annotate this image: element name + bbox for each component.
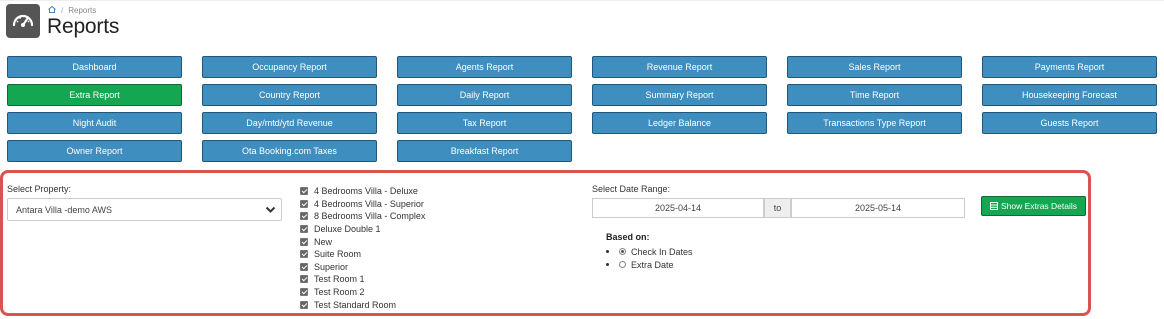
- radio-label: Extra Date: [631, 259, 674, 270]
- report-button-ota-booking-com-taxes[interactable]: Ota Booking.com Taxes: [202, 140, 377, 162]
- room-checkbox-item[interactable]: 4 Bedrooms Villa - Superior: [300, 198, 425, 211]
- room-checkbox-item[interactable]: 4 Bedrooms Villa - Deluxe: [300, 185, 425, 198]
- date-from-input[interactable]: 2025-04-14: [592, 198, 764, 218]
- radio-label: Check In Dates: [631, 246, 693, 257]
- report-button-transactions-type-report[interactable]: Transactions Type Report: [787, 112, 962, 134]
- report-button-payments-report[interactable]: Payments Report: [982, 56, 1157, 78]
- room-checkbox-item[interactable]: Deluxe Double 1: [300, 223, 425, 236]
- property-select-value: Antara Villa -demo AWS: [16, 204, 113, 215]
- checkbox-checked[interactable]: [300, 199, 308, 208]
- report-button-tax-report[interactable]: Tax Report: [397, 112, 572, 134]
- room-label: Test Standard Room: [314, 299, 397, 310]
- report-button-day-mtd-ytd-revenue[interactable]: Day/mtd/ytd Revenue: [202, 112, 377, 134]
- list-bullet: [606, 263, 609, 266]
- radio-button[interactable]: [619, 248, 626, 255]
- date-to-separator: to: [764, 198, 791, 218]
- table-icon: [989, 202, 998, 210]
- radio-button[interactable]: [619, 261, 626, 268]
- checkbox-checked[interactable]: [300, 300, 308, 309]
- report-button-breakfast-report[interactable]: Breakfast Report: [397, 140, 572, 162]
- checkbox-checked[interactable]: [300, 187, 308, 196]
- report-button-revenue-report[interactable]: Revenue Report: [592, 56, 767, 78]
- breadcrumb: / Reports: [48, 6, 96, 15]
- date-to-input[interactable]: 2025-05-14: [791, 198, 965, 218]
- checkbox-checked[interactable]: [300, 288, 308, 297]
- room-label: Superior: [314, 261, 349, 272]
- room-label: Deluxe Double 1: [314, 224, 381, 235]
- report-button-summary-report[interactable]: Summary Report: [592, 84, 767, 106]
- room-label: Test Room 2: [314, 287, 365, 298]
- report-button-occupancy-report[interactable]: Occupancy Report: [202, 56, 377, 78]
- checkbox-checked[interactable]: [300, 225, 308, 234]
- speedometer-logo-icon: [6, 4, 40, 38]
- breadcrumb-separator: /: [61, 6, 64, 15]
- room-label: 4 Bedrooms Villa - Superior: [314, 198, 424, 209]
- page-title: Reports: [47, 15, 120, 38]
- report-button-owner-report[interactable]: Owner Report: [7, 140, 182, 162]
- room-checkbox-item[interactable]: Test Standard Room: [300, 298, 425, 311]
- checkbox-checked[interactable]: [300, 275, 308, 284]
- room-label: Suite Room: [314, 249, 362, 260]
- top-divider: [0, 0, 1164, 1]
- report-button-time-report[interactable]: Time Report: [787, 84, 962, 106]
- room-checkbox-item[interactable]: Test Room 2: [300, 286, 425, 299]
- report-button-country-report[interactable]: Country Report: [202, 84, 377, 106]
- date-range-label: Select Date Range:: [592, 184, 671, 194]
- report-button-sales-report[interactable]: Sales Report: [787, 56, 962, 78]
- breadcrumb-current: Reports: [68, 6, 97, 15]
- list-bullet: [606, 250, 609, 253]
- based-on-option-extra-date[interactable]: Extra Date: [606, 258, 693, 271]
- report-button-agents-report[interactable]: Agents Report: [397, 56, 572, 78]
- based-on-radio-group: Check In Dates Extra Date: [606, 245, 693, 271]
- property-label: Select Property:: [7, 184, 72, 194]
- filter-panel: Select Property: Antara Villa -demo AWS …: [0, 170, 1091, 316]
- room-label: 8 Bedrooms Villa - Complex: [314, 211, 426, 222]
- show-extras-details-button[interactable]: Show Extras Details: [981, 196, 1086, 216]
- checkbox-checked[interactable]: [300, 237, 308, 246]
- room-checkbox-item[interactable]: Suite Room: [300, 248, 425, 261]
- chevron-down-icon: [265, 204, 276, 217]
- report-button-night-audit[interactable]: Night Audit: [7, 112, 182, 134]
- room-checkbox-item[interactable]: Superior: [300, 261, 425, 274]
- report-button-ledger-balance[interactable]: Ledger Balance: [592, 112, 767, 134]
- checkbox-checked[interactable]: [300, 212, 308, 221]
- checkbox-checked[interactable]: [300, 262, 308, 271]
- property-select[interactable]: Antara Villa -demo AWS: [7, 198, 282, 221]
- room-checkbox-list: 4 Bedrooms Villa - Deluxe 4 Bedrooms Vill…: [300, 185, 425, 311]
- report-button-daily-report[interactable]: Daily Report: [397, 84, 572, 106]
- show-extras-details-label: Show Extras Details: [1000, 201, 1078, 211]
- room-label: New: [314, 236, 333, 247]
- room-label: Test Room 1: [314, 274, 365, 285]
- report-button-grid: Dashboard Occupancy Report Agents Report Re…: [7, 56, 1157, 162]
- report-button-extra-report[interactable]: Extra Report: [7, 84, 182, 106]
- based-on-option-check-in-dates[interactable]: Check In Dates: [606, 245, 693, 258]
- report-button-housekeeping-forecast[interactable]: Housekeeping Forecast: [982, 84, 1157, 106]
- report-button-dashboard[interactable]: Dashboard: [7, 56, 182, 78]
- room-checkbox-item[interactable]: 8 Bedrooms Villa - Complex: [300, 210, 425, 223]
- report-button-guests-report[interactable]: Guests Report: [982, 112, 1157, 134]
- room-checkbox-item[interactable]: Test Room 1: [300, 273, 425, 286]
- room-checkbox-item[interactable]: New: [300, 235, 425, 248]
- based-on-label: Based on:: [606, 232, 650, 242]
- room-label: 4 Bedrooms Villa - Deluxe: [314, 186, 418, 197]
- checkbox-checked[interactable]: [300, 250, 308, 259]
